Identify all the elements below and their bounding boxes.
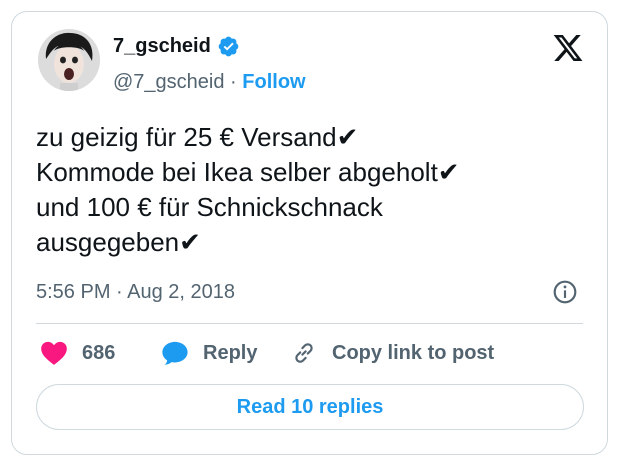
link-icon [295,343,313,363]
author-display-name[interactable]: 7_gscheid [113,34,211,58]
tweet-line: zu geizig für 25 € Versand✔ [36,122,359,152]
tweet-card: 7_gscheid @7_gscheid · Follow zu geizig … [11,11,608,455]
info-icon[interactable] [552,279,578,305]
read-replies-button[interactable]: Read 10 replies [36,384,584,430]
author-handle[interactable]: @7_gscheid [113,71,224,93]
follow-button[interactable]: Follow [242,71,305,93]
heart-icon [41,341,67,365]
tweet-line: Kommode bei Ikea selber abgeholt✔ [36,157,460,187]
copy-link-button[interactable]: Copy link to post [290,340,494,366]
verified-badge-icon [218,36,239,56]
author-name-row[interactable]: 7_gscheid [113,34,240,58]
reply-label: Reply [203,341,258,364]
reply-bubble-icon [162,341,188,365]
separator: · [230,71,237,93]
copy-link-label: Copy link to post [332,341,495,364]
avatar[interactable] [38,29,100,91]
reply-button[interactable]: Reply [161,340,257,366]
divider [36,323,583,324]
avatar-photo [38,29,100,91]
tweet-line: ausgegeben✔ [36,227,201,257]
like-button[interactable]: 686 [40,340,115,366]
author-handle-row: @7_gscheid · Follow [113,70,306,94]
like-count: 686 [82,341,116,364]
tweet-timestamp[interactable]: 5:56 PM · Aug 2, 2018 [36,280,235,304]
x-logo-icon[interactable] [552,32,584,64]
tweet-text: zu geizig für 25 € Versand✔ Kommode bei I… [36,120,591,260]
read-replies-label: Read 10 replies [236,395,384,418]
tweet-line: und 100 € für Schnickschnack [36,192,383,222]
